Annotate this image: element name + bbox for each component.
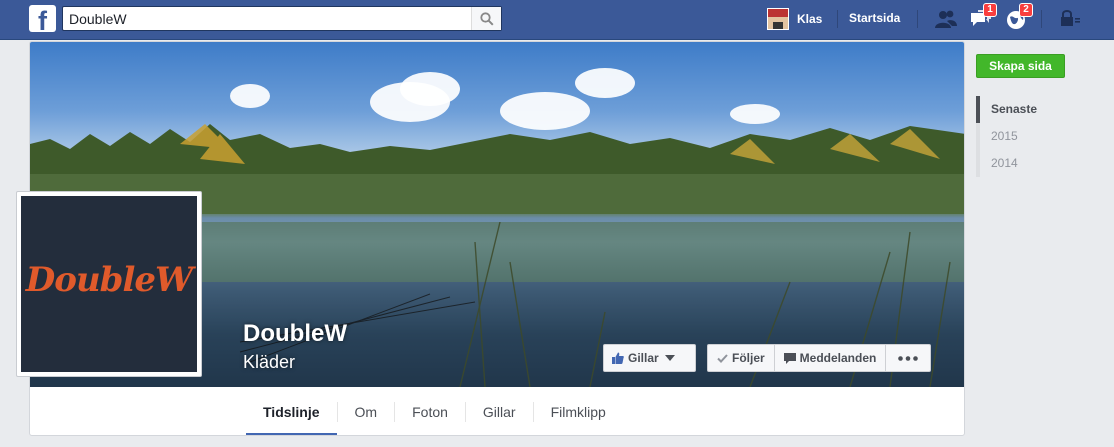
thumbs-up-icon (612, 352, 624, 364)
page-name[interactable]: DoubleW (243, 320, 347, 348)
search-button[interactable] (471, 7, 501, 30)
profile-picture[interactable]: DoubleW (16, 191, 202, 377)
nav-divider (1041, 10, 1042, 28)
home-link[interactable]: Startsida (849, 11, 900, 25)
tab-videos[interactable]: Filmklipp (534, 387, 623, 435)
nav-divider (917, 10, 918, 28)
speech-bubble-icon (783, 352, 796, 364)
page-tabs: Tidslinje Om Foton Gillar Filmklipp (246, 387, 623, 435)
chevron-down-icon (664, 355, 675, 361)
logo-text: DoubleW (25, 260, 193, 300)
year-item-2014[interactable]: 2014 (976, 150, 1056, 177)
friend-requests-button[interactable] (934, 8, 958, 30)
nav-divider (837, 10, 838, 28)
top-navigation-bar: f Klas Startsida 1 (0, 0, 1114, 40)
follow-button-label: Följer (732, 351, 765, 365)
timeline-year-nav: Senaste 2015 2014 (976, 96, 1056, 177)
more-dots-icon (898, 355, 919, 361)
message-button-label: Meddelanden (799, 351, 877, 365)
avatar (767, 8, 789, 30)
notifications-badge: 2 (1019, 3, 1033, 17)
tab-photos[interactable]: Foton (395, 387, 465, 435)
page-category[interactable]: Kläder (243, 352, 295, 373)
profile-link[interactable]: Klas (767, 7, 822, 31)
tab-likes[interactable]: Gillar (466, 387, 533, 435)
message-button[interactable]: Meddelanden (775, 345, 887, 371)
user-name: Klas (797, 12, 823, 26)
search-icon (480, 12, 494, 26)
tab-timeline[interactable]: Tidslinje (246, 387, 337, 435)
more-options-button[interactable] (886, 345, 930, 371)
messages-button[interactable]: 1 (969, 3, 997, 30)
brand-logo: DoubleW (21, 196, 197, 372)
search-box (62, 6, 502, 31)
friends-icon (935, 10, 957, 28)
search-input[interactable] (63, 7, 473, 30)
year-item-recent[interactable]: Senaste (976, 96, 1056, 123)
lock-icon (1061, 10, 1080, 26)
like-button[interactable]: Gillar (603, 344, 696, 372)
like-button-label: Gillar (628, 351, 659, 365)
messages-badge: 1 (983, 3, 997, 17)
tab-about[interactable]: Om (338, 387, 395, 435)
follow-button[interactable]: Följer (708, 345, 775, 371)
checkmark-icon (717, 353, 728, 363)
facebook-logo-icon[interactable]: f (29, 5, 56, 32)
year-item-2015[interactable]: 2015 (976, 123, 1056, 150)
create-page-button[interactable]: Skapa sida (976, 54, 1065, 78)
page-actions-group: Följer Meddelanden (707, 344, 932, 372)
privacy-shortcuts-button[interactable] (1058, 8, 1082, 30)
notifications-button[interactable]: 2 (1005, 3, 1033, 30)
